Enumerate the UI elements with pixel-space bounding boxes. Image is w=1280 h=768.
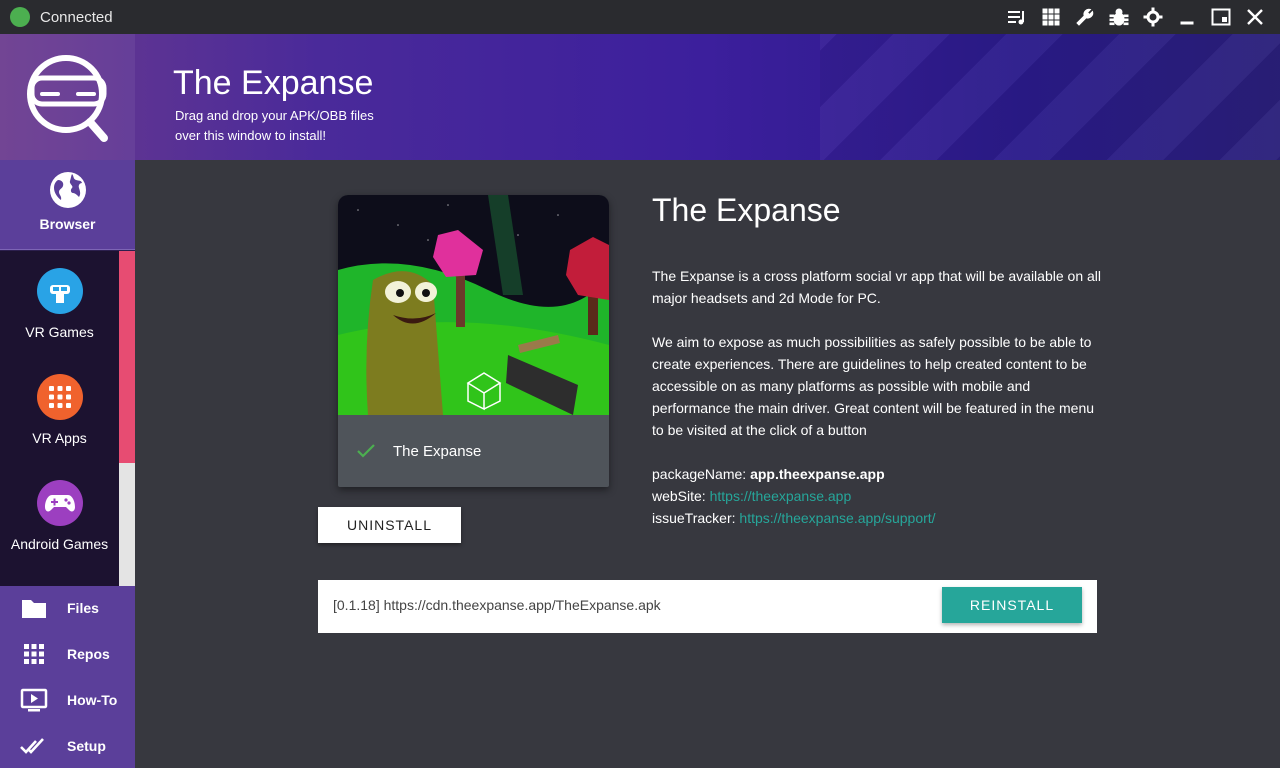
queue-icon[interactable] [1006,6,1028,28]
folder-icon [22,600,46,618]
vr-player-icon [36,268,83,314]
sidebar-item-files[interactable]: Files [20,593,99,623]
sidebar-item-android-games[interactable]: Android Games [0,480,119,552]
sidebar-item-setup[interactable]: Setup [20,731,106,761]
sidebar-links: Files Repos How-To Setup [0,586,135,768]
website-link[interactable]: https://theexpanse.app [710,488,852,504]
play-video-icon [20,688,48,712]
minimize-icon[interactable] [1176,6,1198,28]
globe-icon [49,172,86,208]
connection-status-text: Connected [40,8,113,26]
sidebar-item-label: Android Games [10,536,109,552]
sidebar-item-vr-apps[interactable]: VR Apps [0,374,119,446]
category-scrollbar[interactable] [119,251,135,586]
app-thumbnail [338,195,609,415]
sidebar-item-label: How-To [67,692,118,708]
sidebar-item-label: Files [67,600,99,616]
close-icon[interactable] [1244,6,1266,28]
issue-tracker-label: issueTracker: [652,510,736,526]
app-card-name: The Expanse [393,442,482,460]
drag-drop-hint: Drag and drop your APK/OBB files over th… [175,108,374,143]
download-source-bar: [0.1.18] https://cdn.theexpanse.app/TheE… [318,580,1097,633]
header-banner: The Expanse Drag and drop your APK/OBB f… [0,34,1280,160]
app-metadata: packageName: app.theexpanse.app webSite:… [652,463,936,529]
installed-check-icon [357,444,375,458]
website-row: webSite: https://theexpanse.app [652,485,936,507]
scrollbar-thumb[interactable] [119,251,135,463]
category-list: VR Games VR Apps Android Games [0,251,119,586]
title-bar: Connected [0,0,1280,34]
package-label: packageName: [652,466,747,482]
bug-icon[interactable] [1108,6,1130,28]
title-bar-controls [1006,0,1266,34]
issue-tracker-link[interactable]: https://theexpanse.app/support/ [739,510,935,526]
double-check-icon [20,738,44,754]
gear-icon[interactable] [1142,6,1164,28]
sidebar-item-browser[interactable]: Browser [0,160,135,250]
package-row: packageName: app.theexpanse.app [652,463,936,485]
app-card-footer: The Expanse [338,415,609,487]
app-title: The Expanse [173,64,374,102]
gamepad-icon [36,480,83,526]
sidebar-item-repos[interactable]: Repos [20,639,110,669]
wrench-icon[interactable] [1074,6,1096,28]
issue-tracker-row: issueTracker: https://theexpanse.app/sup… [652,507,936,529]
detail-title: The Expanse [652,192,841,228]
website-label: webSite: [652,488,706,504]
reinstall-button[interactable]: REINSTALL [942,587,1082,623]
vr-search-logo-icon [27,55,108,142]
restore-icon[interactable] [1210,6,1232,28]
description-paragraph: The Expanse is a cross platform social v… [652,268,1101,306]
sidebar-item-label: VR Apps [32,430,87,446]
download-source-text: [0.1.18] https://cdn.theexpanse.app/TheE… [333,597,661,613]
package-value: app.theexpanse.app [750,466,885,482]
detail-description: The Expanse is a cross platform social v… [652,265,1102,463]
grid-icon [24,644,44,664]
connection-status-dot [10,7,30,27]
sidebar: Browser VR Games VR Apps Android Games F [0,160,135,768]
description-paragraph: We aim to expose as much possibilities a… [652,334,1095,438]
apps-grid-icon [36,374,83,420]
app-card[interactable]: The Expanse [338,195,609,487]
sidebar-item-label: VR Games [25,324,94,340]
sidebar-item-label: Browser [39,216,96,232]
grid-icon[interactable] [1040,6,1062,28]
sidebar-item-vr-games[interactable]: VR Games [0,268,119,340]
uninstall-button[interactable]: UNINSTALL [318,507,461,543]
sidebar-item-how-to[interactable]: How-To [20,685,117,715]
sidebar-item-label: Setup [67,738,106,754]
sidebar-item-label: Repos [67,646,110,662]
